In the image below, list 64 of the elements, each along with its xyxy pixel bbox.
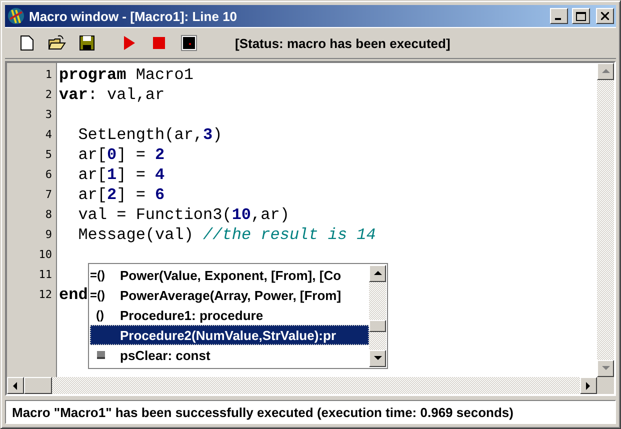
line-number: 11 — [38, 267, 53, 283]
scroll-thumb[interactable] — [369, 320, 386, 332]
line-number: 8 — [44, 207, 53, 223]
code-text: ] = — [116, 186, 146, 204]
scroll-thumb[interactable] — [24, 377, 52, 394]
scroll-down-button[interactable] — [597, 360, 614, 377]
macro-status: [Status: macro has been executed] — [235, 36, 450, 50]
scroll-left-button[interactable] — [7, 377, 24, 394]
line-number: 1 — [44, 67, 53, 83]
code-text: ] = — [116, 146, 146, 164]
reset-button[interactable] — [179, 33, 199, 53]
code-text: ar[ — [77, 146, 108, 164]
close-icon — [601, 12, 609, 20]
code-text: val = Function3( — [77, 206, 232, 224]
horizontal-scrollbar[interactable] — [7, 377, 597, 394]
line-number: 5 — [44, 147, 53, 163]
code-text: Message(val) — [77, 226, 194, 244]
popup-scrollbar[interactable] — [369, 265, 386, 367]
line-number: 7 — [44, 187, 53, 203]
code-text: : val,ar — [88, 86, 165, 104]
maximize-button[interactable] — [572, 8, 590, 24]
scroll-right-button[interactable] — [580, 377, 597, 394]
line-number: 2 — [44, 87, 53, 103]
completion-item[interactable]: Procedure2(NumValue,StrValue):pr — [90, 325, 369, 345]
line-number: 3 — [44, 107, 53, 123]
save-button[interactable] — [77, 33, 97, 53]
code-keyword: end — [59, 286, 88, 304]
vertical-scrollbar[interactable] — [597, 63, 614, 377]
scroll-up-button[interactable] — [369, 265, 386, 282]
code-text: SetLength(ar, — [77, 126, 204, 144]
line-number: 4 — [44, 127, 53, 143]
code-text: ] = — [116, 166, 146, 184]
code-comment: //the result is 14 — [203, 226, 376, 244]
code-number: 4 — [155, 166, 165, 184]
code-text: ar[ — [77, 186, 108, 204]
line-number: 10 — [38, 247, 53, 263]
window-title: Macro window - [Macro1]: Line 10 — [29, 8, 238, 24]
code-text: ) — [212, 126, 222, 144]
line-number: 12 — [38, 287, 53, 303]
code-number: 1 — [107, 166, 117, 184]
minimize-button[interactable] — [550, 8, 568, 24]
code-number: 6 — [155, 186, 165, 204]
code-keyword: var — [59, 86, 88, 104]
code-text: ar[ — [77, 166, 108, 184]
app-icon — [7, 7, 25, 25]
scroll-up-button[interactable] — [597, 63, 614, 80]
status-message: Macro "Macro1" has been successfully executed (execution time: 0.969 seconds) — [12, 404, 514, 420]
line-number: 9 — [44, 227, 53, 243]
constant-icon — [97, 350, 107, 360]
procedure-icon: () — [90, 308, 120, 322]
code-number: 3 — [203, 126, 213, 144]
code-number: 10 — [232, 206, 252, 224]
code-text: ,ar) — [251, 206, 290, 224]
scroll-down-button[interactable] — [369, 350, 386, 367]
code-text: Macro1 — [134, 66, 194, 84]
code-number: 0 — [107, 146, 117, 164]
code-number: 2 — [155, 146, 165, 164]
function-icon: =() — [90, 288, 120, 302]
line-number: 6 — [44, 167, 53, 183]
code-keyword: program — [59, 66, 126, 84]
close-button[interactable] — [596, 8, 614, 24]
maximize-icon — [576, 12, 586, 20]
function-icon: =() — [90, 268, 120, 282]
code-number: 2 — [107, 186, 117, 204]
